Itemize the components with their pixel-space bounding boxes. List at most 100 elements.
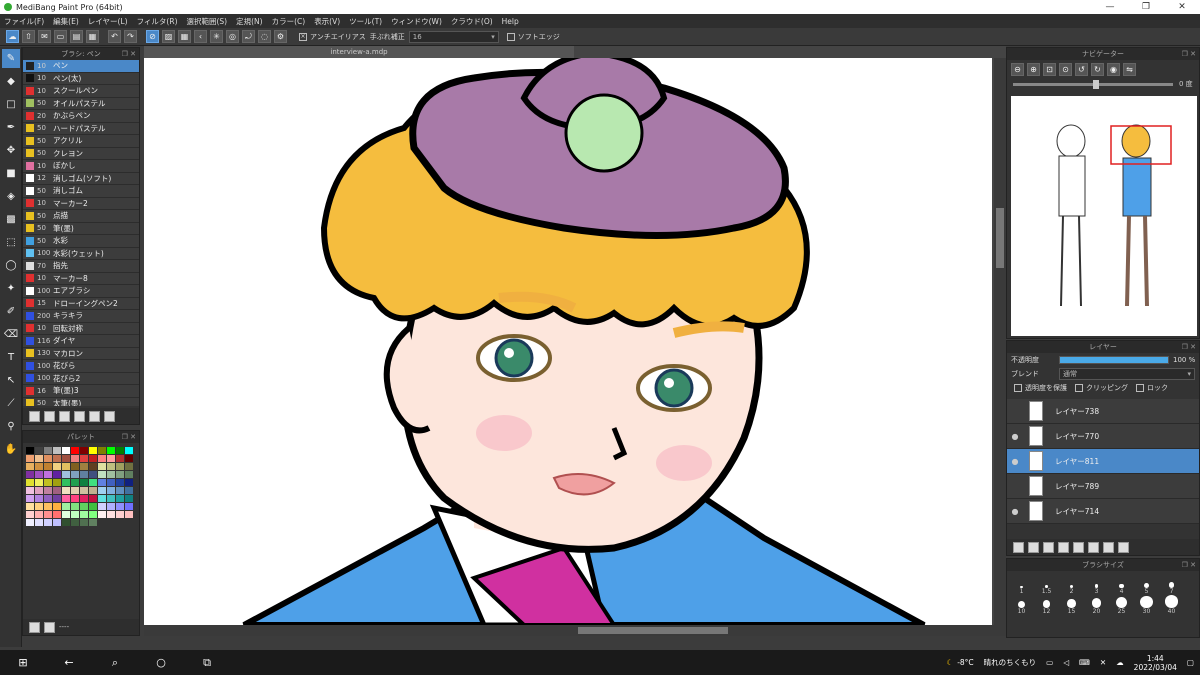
clock[interactable]: 1:44 2022/03/04 xyxy=(1134,654,1177,672)
text-tool-icon[interactable]: T xyxy=(2,348,20,367)
palette-swatch[interactable] xyxy=(53,463,61,470)
palette-swatch[interactable] xyxy=(44,447,52,454)
layer-row[interactable]: レイヤー738 xyxy=(1007,399,1199,424)
new-halftone-layer-icon[interactable] xyxy=(1028,541,1039,553)
brush-duplicate-icon[interactable] xyxy=(104,410,115,422)
display-icon[interactable]: ▭ xyxy=(1046,658,1053,667)
palette-swatch[interactable] xyxy=(62,471,70,478)
brush-size-option[interactable]: 5 xyxy=(1134,575,1159,595)
dot-tool-icon[interactable]: □ xyxy=(2,95,20,114)
palette-swatch[interactable] xyxy=(62,487,70,494)
magic-wand-icon[interactable]: ✦ xyxy=(2,279,20,298)
palette-swatch[interactable] xyxy=(125,463,133,470)
palette-swatch[interactable] xyxy=(53,471,61,478)
palette-swatch[interactable] xyxy=(44,479,52,486)
palette-swatch[interactable] xyxy=(89,463,97,470)
palette-swatch[interactable] xyxy=(107,479,115,486)
close-button[interactable]: ✕ xyxy=(1164,0,1200,14)
palette-swatch[interactable] xyxy=(26,455,34,462)
brush-size-option[interactable]: 15 xyxy=(1059,595,1084,615)
volume-icon[interactable]: ◁ xyxy=(1063,658,1069,667)
move-tool-icon[interactable]: ✥ xyxy=(2,141,20,160)
brush-item[interactable]: 50 オイルパステル xyxy=(23,97,139,110)
palette-swatch[interactable] xyxy=(44,471,52,478)
vertical-scrollbar[interactable] xyxy=(994,58,1006,636)
clipping-checkbox[interactable] xyxy=(1075,384,1083,392)
palette-swatch[interactable] xyxy=(53,487,61,494)
palette-swatch[interactable] xyxy=(98,447,106,454)
brush-item[interactable]: 100 水彩(ウェット) xyxy=(23,247,139,260)
stabilizer-select[interactable]: 16 xyxy=(408,30,499,43)
brush-folder-icon[interactable] xyxy=(89,410,100,422)
grid-icon[interactable]: ▦ xyxy=(86,30,99,43)
brush-tool-icon[interactable]: ✎ xyxy=(2,49,20,68)
palette-swatch[interactable] xyxy=(71,495,79,502)
snap-parallel-icon[interactable]: ▨ xyxy=(162,30,175,43)
palette-swatch[interactable] xyxy=(89,487,97,494)
palette-swatch[interactable] xyxy=(80,503,88,510)
palette-swatch[interactable] xyxy=(26,519,34,526)
delete-layer-icon[interactable] xyxy=(1118,541,1129,553)
brush-item[interactable]: 100 花びら xyxy=(23,360,139,373)
brush-item[interactable]: 200 キラキラ xyxy=(23,310,139,323)
palette-swatch[interactable] xyxy=(35,511,43,518)
undo-icon[interactable]: ↶ xyxy=(108,30,121,43)
redo-icon[interactable]: ↷ xyxy=(124,30,137,43)
palette-swatch[interactable] xyxy=(35,487,43,494)
lock-checkbox[interactable] xyxy=(1136,384,1144,392)
palette-swatch[interactable] xyxy=(89,471,97,478)
windows-start-icon[interactable]: ⊞ xyxy=(0,656,46,669)
palette-swatch[interactable] xyxy=(35,495,43,502)
back-icon[interactable]: ← xyxy=(46,656,92,669)
palette-swatch[interactable] xyxy=(35,519,43,526)
palette-swatch[interactable] xyxy=(125,503,133,510)
rotate-reset-icon[interactable]: ◉ xyxy=(1107,63,1120,76)
palette-swatch[interactable] xyxy=(116,455,124,462)
antialias-checkbox[interactable]: × xyxy=(299,32,307,41)
palette-swatch[interactable] xyxy=(26,495,34,502)
brush-size-option[interactable]: 2 xyxy=(1059,575,1084,595)
brush-size-option[interactable]: 3 xyxy=(1084,575,1109,595)
add-layer-menu-icon[interactable] xyxy=(1058,541,1069,553)
brush-item[interactable]: 10 ペン xyxy=(23,60,139,73)
palette-swatch[interactable] xyxy=(107,447,115,454)
palette-swatch[interactable] xyxy=(44,455,52,462)
merge-layer-icon[interactable] xyxy=(1103,541,1114,553)
palette-swatch[interactable] xyxy=(107,455,115,462)
palette-swatch[interactable] xyxy=(44,495,52,502)
soft-edge-checkbox[interactable] xyxy=(506,32,515,41)
palette-swatch[interactable] xyxy=(116,495,124,502)
brush-size-option[interactable]: 1.5 xyxy=(1034,575,1059,595)
palette-swatch[interactable] xyxy=(116,471,124,478)
palette-swatch[interactable] xyxy=(98,455,106,462)
palette-swatch[interactable] xyxy=(80,495,88,502)
palette-swatch[interactable] xyxy=(62,495,70,502)
menu-tool[interactable]: ツール(T) xyxy=(349,16,382,27)
notification-icon[interactable]: ▢ xyxy=(1187,658,1194,667)
cloud-tray-icon[interactable]: ☁ xyxy=(1116,658,1124,667)
select-pen-icon[interactable]: ✐ xyxy=(2,302,20,321)
palette-swatch[interactable] xyxy=(107,463,115,470)
palette-swatch[interactable] xyxy=(71,479,79,486)
blend-select[interactable]: 通常 xyxy=(1059,368,1195,380)
palette-swatch[interactable] xyxy=(62,463,70,470)
brush-item[interactable]: 50 点描 xyxy=(23,210,139,223)
brush-size-option[interactable]: 4 xyxy=(1109,575,1134,595)
palette-swatch[interactable] xyxy=(107,487,115,494)
brush-item[interactable]: 100 花びら2 xyxy=(23,372,139,385)
palette-swatch[interactable] xyxy=(107,503,115,510)
snap-cross-icon[interactable]: ▦ xyxy=(178,30,191,43)
search-icon[interactable]: ⌕ xyxy=(92,656,138,670)
maximize-button[interactable]: ❐ xyxy=(1128,0,1164,14)
palette-swatch[interactable] xyxy=(89,511,97,518)
layer-row[interactable]: ● レイヤー811 xyxy=(1007,449,1199,474)
palette-swatch[interactable] xyxy=(44,511,52,518)
menu-window[interactable]: ウィンドウ(W) xyxy=(391,16,442,27)
menu-help[interactable]: Help xyxy=(502,17,519,26)
brush-item[interactable]: 10 スクールペン xyxy=(23,85,139,98)
palette-swatch[interactable] xyxy=(53,511,61,518)
snap-off-icon[interactable]: ⊘ xyxy=(146,30,159,43)
cloud-icon[interactable]: ☁ xyxy=(6,30,19,43)
palette-swatch[interactable] xyxy=(125,495,133,502)
network-icon[interactable]: ✕ xyxy=(1100,658,1106,667)
